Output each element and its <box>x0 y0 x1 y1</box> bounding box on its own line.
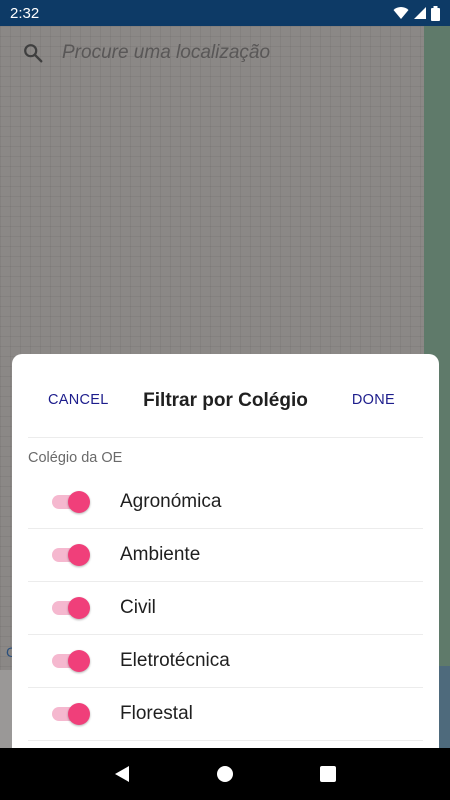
status-time: 2:32 <box>10 4 40 22</box>
cell-signal-icon <box>414 7 426 19</box>
recents-button[interactable] <box>308 754 348 794</box>
toggle-switch[interactable] <box>52 544 92 566</box>
dialog-header: CANCEL Filtrar por Colégio DONE <box>28 354 423 438</box>
toggle-thumb <box>68 544 90 566</box>
home-icon <box>216 766 233 782</box>
back-icon <box>114 766 129 782</box>
option-label: Civil <box>120 597 156 618</box>
toggle-thumb <box>68 703 90 725</box>
option-row-ambiente[interactable]: Ambiente <box>28 529 423 582</box>
option-label: Agronómica <box>120 491 222 512</box>
toggle-thumb <box>68 491 90 513</box>
option-row-agronomica[interactable]: Agronómica <box>28 476 423 529</box>
filter-dialog: CANCEL Filtrar por Colégio DONE Colégio … <box>12 354 439 748</box>
option-row-civil[interactable]: Civil <box>28 582 423 635</box>
home-button[interactable] <box>205 754 245 794</box>
toggle-switch[interactable] <box>52 703 92 725</box>
search-icon <box>24 44 43 63</box>
toggle-switch[interactable] <box>52 491 92 513</box>
option-label: Ambiente <box>120 544 201 565</box>
done-button[interactable]: DONE <box>352 392 395 408</box>
battery-icon <box>431 5 440 21</box>
option-label: Eletrotécnica <box>120 650 230 671</box>
option-list: Agronómica Ambiente Civil Eletrotécnica <box>28 476 423 741</box>
back-button[interactable] <box>102 754 142 794</box>
toggle-switch[interactable] <box>52 650 92 672</box>
recents-icon <box>320 766 337 782</box>
wifi-icon <box>393 7 409 20</box>
search-bar[interactable]: Procure uma localização <box>0 26 424 80</box>
option-row-florestal[interactable]: Florestal <box>28 688 423 741</box>
status-bar: 2:32 <box>0 0 450 26</box>
option-label: Florestal <box>120 703 193 724</box>
search-input[interactable]: Procure uma localização <box>62 42 270 64</box>
system-nav-bar <box>0 748 450 800</box>
toggle-switch[interactable] <box>52 597 92 619</box>
toggle-thumb <box>68 597 90 619</box>
section-label: Colégio da OE <box>28 450 123 466</box>
status-icons <box>393 5 440 21</box>
option-row-eletrotecnica[interactable]: Eletrotécnica <box>28 635 423 688</box>
toggle-thumb <box>68 650 90 672</box>
